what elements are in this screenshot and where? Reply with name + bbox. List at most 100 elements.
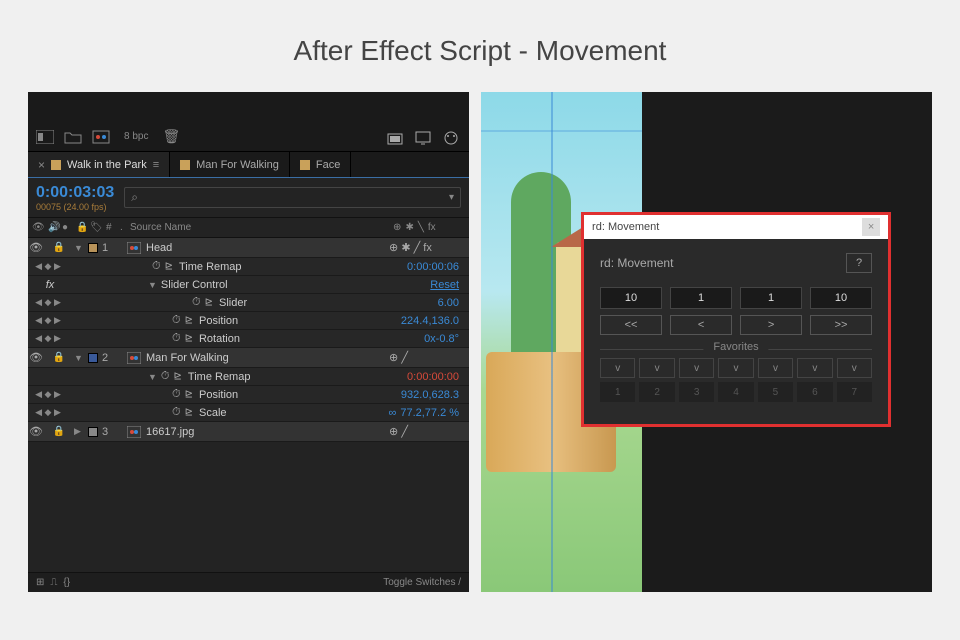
- graph-icon[interactable]: ⊵: [185, 407, 193, 418]
- layer-switches[interactable]: ⊕ ✱ ╱ fx: [389, 241, 469, 254]
- keyframe-nav[interactable]: ◀ ◆ ▶: [28, 407, 68, 418]
- property-row[interactable]: ◀ ◆ ▶⏱⊵Position224.4,136.0: [28, 312, 469, 330]
- keyframe-nav[interactable]: ◀ ◆ ▶: [28, 333, 68, 344]
- visibility-toggle[interactable]: 👁: [28, 241, 44, 254]
- stopwatch-icon[interactable]: ⏱: [172, 332, 181, 345]
- expand-icon[interactable]: ▶: [74, 426, 88, 437]
- color-label[interactable]: [88, 353, 98, 363]
- layer-switches[interactable]: ⊕ ╱: [389, 351, 469, 364]
- comp-icon[interactable]: [92, 130, 110, 144]
- layer-row[interactable]: 👁🔒▶316617.jpg⊕ ╱: [28, 422, 469, 442]
- stopwatch-icon[interactable]: ⏱: [161, 370, 170, 383]
- stopwatch-icon[interactable]: ⏱: [172, 406, 181, 419]
- favorite-slot[interactable]: 6: [797, 382, 832, 402]
- property-row[interactable]: ◀ ◆ ▶⏱⊵Rotation0x-0.8°: [28, 330, 469, 348]
- tab-man-for-walking[interactable]: Man For Walking: [170, 152, 290, 177]
- expand-icon[interactable]: ▼: [148, 372, 157, 382]
- property-row[interactable]: fx▼ Slider ControlReset: [28, 276, 469, 294]
- property-value[interactable]: 224.4,136.0: [401, 315, 459, 327]
- property-row[interactable]: ▼ ⏱⊵Time Remap0:00:00:00: [28, 368, 469, 386]
- stopwatch-icon[interactable]: ⏱: [172, 314, 181, 327]
- monitor-icon[interactable]: [415, 131, 433, 145]
- snapshot-icon[interactable]: [387, 131, 405, 145]
- property-value[interactable]: 0:00:00:06: [407, 261, 459, 273]
- bpc-label[interactable]: 8 bpc: [120, 131, 152, 142]
- graph-icon[interactable]: ⊵: [185, 389, 193, 400]
- nav-button[interactable]: >: [740, 315, 802, 335]
- keyframe-nav[interactable]: ◀ ◆ ▶: [28, 389, 68, 400]
- layer-row[interactable]: 👁🔒▼2Man For Walking⊕ ╱: [28, 348, 469, 368]
- color-label[interactable]: [88, 427, 98, 437]
- render-icon[interactable]: ⊞: [36, 577, 44, 588]
- property-row[interactable]: ◀ ◆ ▶⏱⊵Time Remap0:00:00:06: [28, 258, 469, 276]
- favorite-slot[interactable]: 7: [837, 382, 872, 402]
- panel-icon[interactable]: [36, 130, 54, 144]
- step-input[interactable]: 1: [670, 287, 732, 309]
- expand-icon[interactable]: ▼: [74, 353, 88, 363]
- tab-walk-in-park[interactable]: × Walk in the Park ≡: [28, 152, 170, 177]
- help-button[interactable]: ?: [846, 253, 872, 273]
- trash-icon[interactable]: 🗑: [162, 128, 180, 145]
- toggle-switches-button[interactable]: Toggle Switches /: [383, 577, 469, 588]
- graph-icon[interactable]: ⎍: [50, 577, 57, 588]
- current-timecode[interactable]: 0:00:03:03: [36, 184, 114, 202]
- lock-toggle[interactable]: 🔒: [44, 242, 74, 253]
- folder-icon[interactable]: [64, 130, 82, 144]
- favorite-slot[interactable]: 4: [718, 382, 753, 402]
- keyframe-nav[interactable]: ◀ ◆ ▶: [28, 315, 68, 326]
- favorite-slot[interactable]: 3: [679, 382, 714, 402]
- panel-titlebar[interactable]: rd: Movement ×: [584, 215, 888, 239]
- nav-button[interactable]: >>: [810, 315, 872, 335]
- property-value[interactable]: ∞77.2,77.2 %: [388, 407, 459, 419]
- menu-icon[interactable]: ≡: [153, 159, 159, 171]
- nav-button[interactable]: <<: [600, 315, 662, 335]
- layer-search[interactable]: ⌕ ▾: [124, 187, 461, 208]
- favorite-apply-button[interactable]: v: [639, 358, 674, 378]
- expand-icon[interactable]: ▼: [148, 280, 157, 290]
- keyframe-nav[interactable]: ◀ ◆ ▶: [28, 297, 68, 308]
- visibility-toggle[interactable]: 👁: [28, 351, 44, 364]
- favorite-slot[interactable]: 5: [758, 382, 793, 402]
- favorite-apply-button[interactable]: v: [837, 358, 872, 378]
- graph-icon[interactable]: ⊵: [174, 371, 182, 382]
- keyframe-nav[interactable]: ◀ ◆ ▶: [28, 261, 68, 272]
- face-icon[interactable]: [443, 131, 461, 145]
- step-input[interactable]: 10: [600, 287, 662, 309]
- stopwatch-icon[interactable]: ⏱: [172, 388, 181, 401]
- bracket-icon[interactable]: {}: [63, 577, 70, 588]
- stopwatch-icon[interactable]: ⏱: [192, 296, 201, 309]
- property-value[interactable]: 0x-0.8°: [424, 333, 459, 345]
- graph-icon[interactable]: ⊵: [165, 261, 173, 272]
- graph-icon[interactable]: ⊵: [185, 315, 193, 326]
- property-row[interactable]: ◀ ◆ ▶⏱⊵Scale∞77.2,77.2 %: [28, 404, 469, 422]
- property-row[interactable]: ◀ ◆ ▶⏱⊵Slider6.00: [28, 294, 469, 312]
- stopwatch-icon[interactable]: ⏱: [152, 260, 161, 273]
- step-input[interactable]: 10: [810, 287, 872, 309]
- lock-toggle[interactable]: 🔒: [44, 426, 74, 437]
- favorite-apply-button[interactable]: v: [797, 358, 832, 378]
- expand-icon[interactable]: ▼: [74, 243, 88, 253]
- property-value[interactable]: 932.0,628.3: [401, 389, 459, 401]
- nav-button[interactable]: <: [670, 315, 732, 335]
- close-icon[interactable]: ×: [862, 218, 880, 236]
- favorite-slot[interactable]: 1: [600, 382, 635, 402]
- graph-icon[interactable]: ⊵: [185, 333, 193, 344]
- graph-icon[interactable]: ⊵: [205, 297, 213, 308]
- layer-row[interactable]: 👁🔒▼1Head⊕ ✱ ╱ fx: [28, 238, 469, 258]
- link-icon[interactable]: ∞: [388, 407, 396, 419]
- close-icon[interactable]: ×: [38, 158, 45, 172]
- lock-toggle[interactable]: 🔒: [44, 352, 74, 363]
- favorite-apply-button[interactable]: v: [679, 358, 714, 378]
- tab-face[interactable]: Face: [290, 152, 351, 177]
- layer-switches[interactable]: ⊕ ╱: [389, 425, 469, 438]
- visibility-toggle[interactable]: 👁: [28, 425, 44, 438]
- color-label[interactable]: [88, 243, 98, 253]
- favorite-apply-button[interactable]: v: [758, 358, 793, 378]
- property-value[interactable]: 6.00: [438, 297, 459, 309]
- favorite-slot[interactable]: 2: [639, 382, 674, 402]
- favorite-apply-button[interactable]: v: [600, 358, 635, 378]
- property-row[interactable]: ◀ ◆ ▶⏱⊵Position932.0,628.3: [28, 386, 469, 404]
- favorite-apply-button[interactable]: v: [718, 358, 753, 378]
- property-value[interactable]: Reset: [430, 279, 459, 291]
- step-input[interactable]: 1: [740, 287, 802, 309]
